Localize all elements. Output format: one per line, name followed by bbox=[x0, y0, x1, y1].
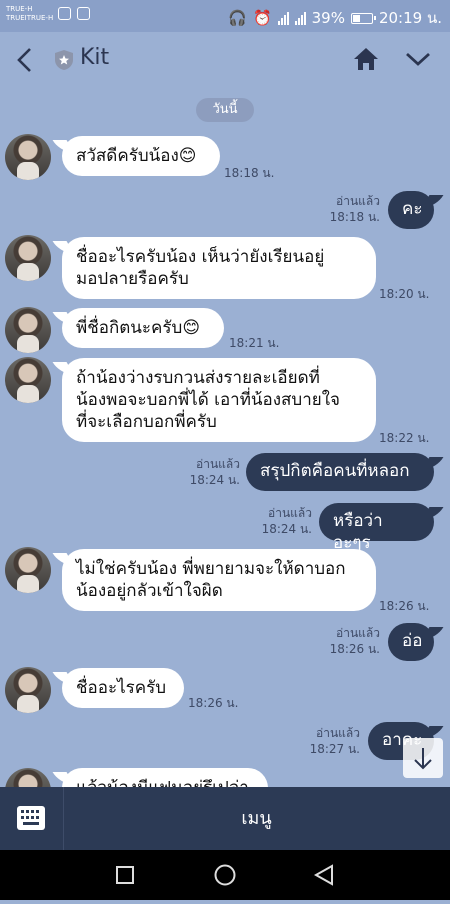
read-receipt: อ่านแล้ว bbox=[336, 194, 380, 208]
message-text: สวัสดีครับน้อง😊 bbox=[76, 146, 197, 166]
status-bar: TRUE-H TRUEITRUE-H 🎧 ⏰ 39% 20:19 น. bbox=[0, 0, 450, 32]
message-text: ชื่ออะไรครับ bbox=[76, 678, 167, 698]
message-text: สรุปกิตคือคนที่หลอก bbox=[260, 461, 410, 481]
menu-button[interactable]: เมนู bbox=[63, 787, 450, 850]
keyboard-icon bbox=[17, 806, 45, 830]
message-time: 18:26 น. bbox=[188, 696, 239, 710]
message-text-line: ที่จะเลือกบอกพี่ครับ bbox=[76, 412, 217, 432]
read-receipt: อ่านแล้ว bbox=[196, 457, 240, 471]
message-text: แล้วน้องมีแฟนอยู่รึเปล่า bbox=[76, 777, 254, 787]
message-text-line: มอปลายรือครับ bbox=[76, 269, 189, 289]
chat-title: Kit bbox=[80, 45, 110, 70]
message-text-line: ไม่ใช่ครับน้อง พี่พยายามจะให้ดาบอก bbox=[76, 559, 346, 579]
back-arrow-icon[interactable] bbox=[14, 46, 36, 74]
headphones-icon: 🎧 bbox=[228, 9, 247, 27]
message-bubble-outgoing[interactable]: หรือว่าอะๆร bbox=[319, 503, 434, 553]
bottom-menu-bar: เมนู bbox=[0, 787, 450, 850]
message-time: 18:20 น. bbox=[379, 287, 430, 301]
read-receipt: อ่านแล้ว bbox=[268, 506, 312, 520]
home-circle-icon[interactable] bbox=[214, 864, 236, 886]
chat-header: Kit bbox=[0, 32, 450, 88]
message-bubble-incoming[interactable]: พี่ชื่อกิตนะครับ😊 bbox=[62, 308, 224, 348]
message-bubble-incoming[interactable]: ชื่ออะไรครับน้อง เห็นว่ายังเรียนอยู่ มอป… bbox=[62, 237, 376, 299]
instagram-icon bbox=[58, 7, 71, 20]
android-navigation-bar bbox=[0, 850, 450, 900]
chat-area[interactable]: วันนี้ สวัสดีครับน้อง😊 18:18 น. อ่านแล้ว… bbox=[0, 88, 450, 787]
message-time: 18:24 น. bbox=[189, 473, 240, 487]
avatar[interactable] bbox=[5, 768, 51, 787]
notification-icons bbox=[58, 7, 90, 20]
status-right: 🎧 ⏰ 39% 20:19 น. bbox=[228, 6, 442, 30]
clock: 20:19 น. bbox=[378, 9, 442, 27]
avatar[interactable] bbox=[5, 357, 51, 403]
avatar[interactable] bbox=[5, 235, 51, 281]
message-text-line: น้องพอจะบอกพี่ได้ เอาที่น้องสบายใจ bbox=[76, 390, 340, 410]
signal-icon bbox=[277, 11, 289, 25]
message-text-line: ชื่ออะไรครับน้อง เห็นว่ายังเรียนอยู่ bbox=[76, 247, 325, 267]
facebook-icon bbox=[77, 7, 90, 20]
shield-icon bbox=[55, 50, 73, 70]
avatar[interactable] bbox=[5, 307, 51, 353]
read-receipt: อ่านแล้ว bbox=[336, 626, 380, 640]
message-text: พี่ชื่อกิตนะครับ😊 bbox=[76, 318, 201, 338]
message-text: หรือว่าอะๆร bbox=[333, 511, 383, 553]
arrow-down-icon bbox=[414, 748, 432, 770]
home-icon[interactable] bbox=[352, 46, 380, 72]
message-time: 18:21 น. bbox=[229, 336, 280, 350]
avatar[interactable] bbox=[5, 667, 51, 713]
message-bubble-outgoing[interactable]: อ่อ bbox=[388, 623, 434, 661]
message-text-line: น้องอยู่กลัวเข้าใจผิด bbox=[76, 581, 223, 601]
message-time: 18:26 น. bbox=[329, 642, 380, 656]
carrier-line-1: TRUE-H bbox=[6, 5, 33, 13]
avatar[interactable] bbox=[5, 134, 51, 180]
read-receipt: อ่านแล้ว bbox=[316, 726, 360, 740]
scroll-to-bottom-button[interactable] bbox=[403, 738, 443, 778]
message-text: อ่อ bbox=[402, 631, 423, 651]
message-bubble-incoming[interactable]: สวัสดีครับน้อง😊 bbox=[62, 136, 220, 176]
avatar[interactable] bbox=[5, 547, 51, 593]
message-bubble-incoming[interactable]: ไม่ใช่ครับน้อง พี่พยายามจะให้ดาบอก น้องอ… bbox=[62, 549, 376, 611]
message-bubble-outgoing[interactable]: คะ bbox=[388, 191, 434, 229]
message-text: คะ bbox=[402, 199, 423, 219]
battery-icon bbox=[350, 12, 376, 24]
message-bubble-incoming[interactable]: แล้วน้องมีแฟนอยู่รึเปล่า bbox=[62, 768, 268, 787]
chevron-down-icon[interactable] bbox=[404, 48, 432, 70]
carrier-line-2: TRUEITRUE-H bbox=[6, 14, 54, 22]
message-bubble-incoming[interactable]: ชื่ออะไรครับ bbox=[62, 668, 184, 708]
keyboard-button[interactable] bbox=[0, 787, 64, 850]
date-divider: วันนี้ bbox=[196, 98, 254, 122]
alarm-icon: ⏰ bbox=[252, 9, 272, 27]
message-text-line: ถ้าน้องว่างรบกวนส่งรายละเอียดที่ bbox=[76, 368, 320, 388]
message-time: 18:26 น. bbox=[379, 599, 430, 613]
recents-icon[interactable] bbox=[116, 866, 134, 884]
signal-icon-2 bbox=[294, 11, 306, 25]
message-time: 18:18 น. bbox=[224, 166, 275, 180]
back-triangle-icon[interactable] bbox=[313, 864, 333, 886]
message-time: 18:18 น. bbox=[329, 210, 380, 224]
message-time: 18:27 น. bbox=[309, 742, 360, 756]
message-bubble-incoming[interactable]: ถ้าน้องว่างรบกวนส่งรายละเอียดที่ น้องพอจ… bbox=[62, 358, 376, 442]
message-bubble-outgoing[interactable]: สรุปกิตคือคนที่หลอก bbox=[246, 453, 434, 491]
nav-icons bbox=[116, 864, 333, 886]
carrier-label: TRUE-H TRUEITRUE-H bbox=[6, 5, 53, 23]
message-time: 18:24 น. bbox=[261, 522, 312, 536]
battery-percent: 39% bbox=[311, 9, 345, 27]
message-time: 18:22 น. bbox=[379, 431, 430, 445]
